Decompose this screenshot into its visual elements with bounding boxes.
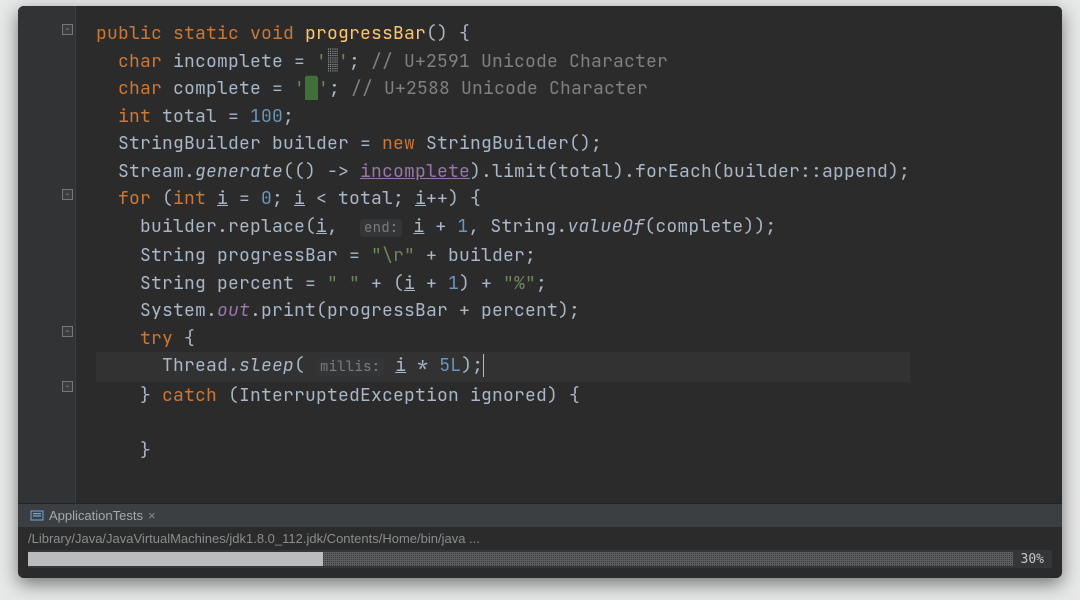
ide-window: − − − − public static void progressBar()… <box>18 6 1062 578</box>
progress-track <box>28 552 1013 566</box>
code-line: int total = 100; <box>96 105 294 128</box>
fold-toggle-icon[interactable]: − <box>62 24 73 35</box>
code-line: builder.replace(i, end: i + 1, String.va… <box>96 215 776 238</box>
progress-fill <box>28 552 323 566</box>
code-line: for (int i = 0; i < total; i++) { <box>96 187 481 210</box>
close-icon[interactable]: × <box>148 508 156 523</box>
code-line: try { <box>96 327 195 350</box>
inlay-hint: end: <box>360 219 402 237</box>
code-line: public static void progressBar() { <box>96 22 470 45</box>
code-line-current: Thread.sleep( millis: i * 5L); <box>96 352 910 382</box>
gutter: − − − − <box>18 6 76 503</box>
code-line: Stream.generate(() -> incomplete).limit(… <box>96 160 910 183</box>
console-progress-line: 30% <box>28 550 1052 568</box>
console-tab-applicationtests[interactable]: ApplicationTests × <box>26 508 160 523</box>
console-tab-label: ApplicationTests <box>49 508 143 523</box>
editor-area: − − − − public static void progressBar()… <box>18 6 1062 503</box>
fold-toggle-icon[interactable]: − <box>62 381 73 392</box>
console-command-line: /Library/Java/JavaVirtualMachines/jdk1.8… <box>28 529 1052 550</box>
code-line: System.out.print(progressBar + percent); <box>96 299 580 322</box>
caret-icon <box>483 354 484 377</box>
code-line: } <box>96 439 151 462</box>
run-config-icon <box>30 509 44 523</box>
fold-toggle-icon[interactable]: − <box>62 326 73 337</box>
code-line: String progressBar = "\r" + builder; <box>96 244 536 267</box>
inlay-hint: millis: <box>316 358 384 376</box>
code-editor[interactable]: public static void progressBar() { char … <box>76 6 924 503</box>
console-tab-bar: ApplicationTests × <box>18 503 1062 527</box>
code-line: } catch (InterruptedException ignored) { <box>96 384 580 407</box>
progress-remaining <box>323 552 1012 566</box>
code-line: char complete = '█'; // U+2588 Unicode C… <box>96 77 648 100</box>
code-line: char incomplete = '░'; // U+2591 Unicode… <box>96 50 668 73</box>
code-line: String percent = " " + (i + 1) + "%"; <box>96 272 547 295</box>
fold-toggle-icon[interactable]: − <box>62 189 73 200</box>
code-line: StringBuilder builder = new StringBuilde… <box>96 132 602 155</box>
console-output[interactable]: /Library/Java/JavaVirtualMachines/jdk1.8… <box>18 527 1062 578</box>
progress-percent-label: 30% <box>1021 552 1052 567</box>
